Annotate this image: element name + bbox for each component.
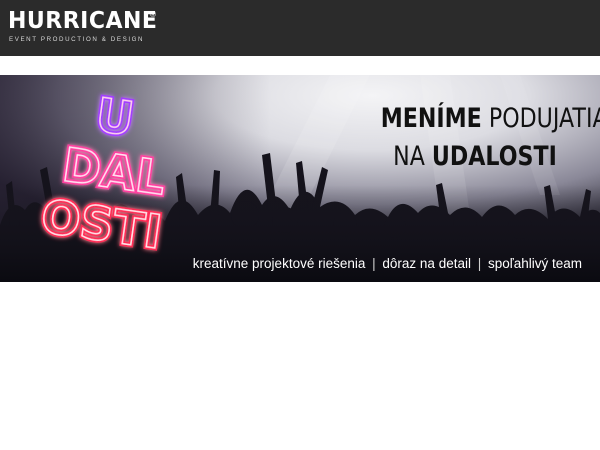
tagline-separator: | <box>372 256 376 271</box>
slogan-bold-word: MENÍME <box>380 103 482 134</box>
tagline-item: kreatívne projektové riešenia <box>192 256 366 271</box>
neon-letters-line1-core: U <box>93 88 138 147</box>
top-header-bar: HURRICANE ® EVENT PRODUCTION & DESIGN <box>0 0 600 56</box>
hero-banner: U U DAL DAL OSTI OSTI MENÍME PODUJATIA N… <box>0 75 600 282</box>
hero-slogan-line2: NA UDALOSTI <box>389 141 561 172</box>
hero-tagline: kreatívne projektové riešenia | dôraz na… <box>0 256 600 276</box>
tagline-item: dôraz na detail <box>382 256 471 271</box>
tagline-separator: | <box>477 256 482 271</box>
hurricane-logo[interactable]: HURRICANE ® EVENT PRODUCTION & DESIGN <box>8 8 168 48</box>
logo-tagline: EVENT PRODUCTION & DESIGN <box>9 36 145 43</box>
logo-wordmark: HURRICANE <box>8 8 158 35</box>
hero-slogan-line1: MENÍME PODUJATIA <box>380 103 600 134</box>
tagline-item: spoľahlivý team <box>488 256 582 271</box>
slogan-bold-word: UDALOSTI <box>431 141 557 172</box>
logo-registered-mark: ® <box>150 10 156 19</box>
slogan-light-word: PODUJATIA <box>488 103 600 134</box>
slogan-light-word: NA <box>393 141 425 172</box>
